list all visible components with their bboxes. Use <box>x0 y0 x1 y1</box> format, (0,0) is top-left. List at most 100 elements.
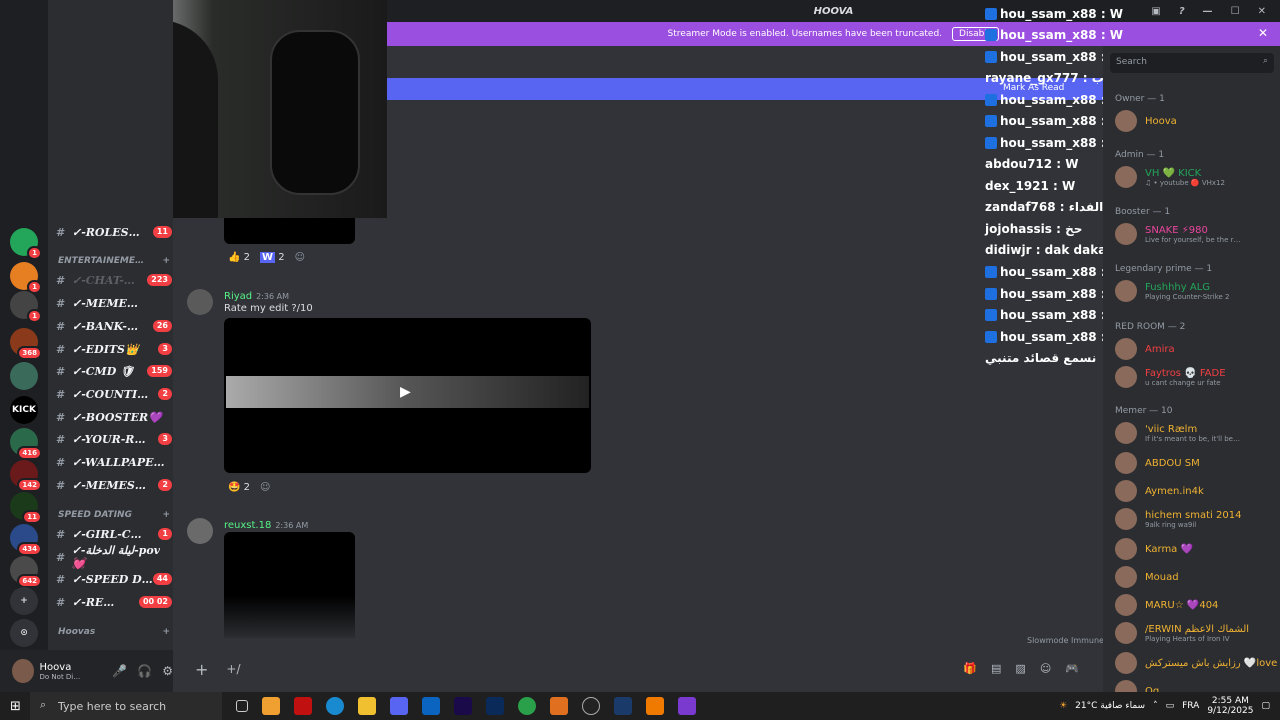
server-icon[interactable]: 416 <box>10 428 42 460</box>
message-author[interactable]: Riyad <box>224 291 252 302</box>
message-avatar[interactable] <box>187 289 213 315</box>
close-icon[interactable]: ✕ <box>1258 6 1266 17</box>
add-reaction-icon[interactable]: ☺ <box>260 482 270 493</box>
network-icon[interactable]: ▭ <box>1166 701 1175 711</box>
channel-item[interactable]: # ✓-ROLES… 11 <box>56 222 172 242</box>
member-item[interactable]: /ERWIN الشماك الاعظم Playing Hearts of Ir… <box>1115 622 1249 644</box>
message-avatar[interactable] <box>187 518 213 544</box>
photoshop-icon[interactable] <box>486 697 504 715</box>
taskbar-search[interactable]: ⌕ Type here to search <box>30 692 222 720</box>
channel-item[interactable]: # ✓-YOUR-R… 3 <box>56 429 172 449</box>
gif-icon[interactable]: ▤ <box>991 662 1001 675</box>
member-item[interactable]: hichem smati 2014 9alk ring wa9il <box>1115 508 1241 530</box>
channel-item[interactable]: # ✓-GIRL-C… 1 <box>56 524 172 544</box>
member-item[interactable]: Aymen.in4k <box>1115 480 1204 502</box>
channel-item[interactable]: # ✓-SPEED D… 44 <box>56 569 172 589</box>
server-icon[interactable]: 642 <box>10 556 42 588</box>
windows-start-icon[interactable]: ⊞ <box>10 699 21 714</box>
channel-category[interactable]: Hoovas + <box>58 627 170 637</box>
server-icon[interactable]: 1 <box>10 291 42 323</box>
server-icon[interactable] <box>10 362 38 390</box>
server-icon[interactable]: 1 <box>10 228 42 260</box>
reaction-starstruck[interactable]: 🤩 2 <box>228 482 250 493</box>
edge-icon[interactable] <box>326 697 344 715</box>
obs-icon[interactable] <box>582 697 600 715</box>
add-channel-icon[interactable]: + <box>162 256 170 266</box>
reaction-w[interactable]: W 2 <box>260 252 285 263</box>
emoji-icon[interactable]: ☺ <box>1040 662 1051 675</box>
channel-item[interactable]: # ✓-ليلة الدخلة-pov💓 <box>56 544 172 570</box>
message-author[interactable]: reuxst.18 <box>224 520 271 531</box>
server-icon[interactable]: 368 <box>10 328 42 360</box>
server-icon[interactable]: KICK <box>10 396 38 424</box>
channel-item[interactable]: # ✓-MEMES… 2 <box>56 475 172 495</box>
notification-icon[interactable]: ▢ <box>1261 701 1270 711</box>
explorer-icon[interactable] <box>358 697 376 715</box>
member-item[interactable]: SNAKE ⚡980 Live for yourself, be the r… <box>1115 223 1241 245</box>
twitch-icon[interactable] <box>678 697 696 715</box>
channel-muted[interactable]: # ✓-CHAT-… 223 <box>56 270 172 290</box>
steam-icon[interactable] <box>614 697 632 715</box>
maximize-icon[interactable]: ☐ <box>1231 6 1240 17</box>
reaction-thumbs-up[interactable]: 👍 2 <box>228 252 250 263</box>
sticker-icon[interactable]: ▨ <box>1015 662 1025 675</box>
member-item[interactable]: 'viic Rælm If it's meant to be, it'll be… <box>1115 422 1240 444</box>
channel-item[interactable]: # ✓-RE… 00 02 <box>56 592 172 612</box>
add-reaction-icon[interactable]: ☺ <box>295 252 305 263</box>
mic-icon[interactable]: 🎤 <box>112 664 127 678</box>
add-channel-icon[interactable]: + <box>162 627 170 637</box>
member-item[interactable]: Karma 💜 <box>1115 538 1193 560</box>
user-avatar[interactable] <box>12 659 34 683</box>
member-item[interactable]: MARU☆ 💜404 <box>1115 594 1218 616</box>
chrome-icon[interactable] <box>518 697 536 715</box>
channel-item[interactable]: # ✓-COUNTI… 2 <box>56 384 172 404</box>
add-channel-icon[interactable]: + <box>162 510 170 520</box>
channel-item[interactable]: # ✓-CMD 🛡 159 <box>56 361 172 381</box>
play-icon[interactable]: ▶ <box>400 384 411 400</box>
bluestacks-icon[interactable] <box>550 697 568 715</box>
message-composer[interactable]: + +/ 🎁 ▤ ▨ ☺ 🎮 <box>187 654 1097 684</box>
member-item[interactable]: Mouad <box>1115 566 1179 588</box>
headset-icon[interactable]: 🎧 <box>137 664 152 678</box>
channel-item[interactable]: # ✓-BANK-… 26 <box>56 316 172 336</box>
member-item[interactable]: Amira <box>1115 338 1175 360</box>
activity-icon[interactable]: 🎮 <box>1065 662 1079 675</box>
discord-icon[interactable] <box>390 697 408 715</box>
member-item[interactable]: Fushhhy ALG Playing Counter-Strike 2 <box>1115 280 1230 302</box>
attach-plus-icon[interactable]: + <box>195 660 208 679</box>
member-item[interactable]: ABDOU SM <box>1115 452 1200 474</box>
video-attachment[interactable]: ▶ <box>224 318 591 473</box>
lang-indicator[interactable]: FRA <box>1182 701 1199 711</box>
vlc-icon[interactable] <box>646 697 664 715</box>
clock[interactable]: 2:55 AM 9/12/2025 <box>1207 696 1253 716</box>
message-input[interactable]: +/ <box>226 662 240 676</box>
server-icon[interactable]: 434 <box>10 524 42 556</box>
minimize-icon[interactable]: — <box>1203 6 1213 17</box>
channel-item[interactable]: # ✓-EDITS👑 3 <box>56 339 172 359</box>
weather-text[interactable]: 21°C سماء صافية <box>1075 701 1145 711</box>
store-icon[interactable] <box>262 697 280 715</box>
adobe-icon[interactable] <box>294 697 312 715</box>
server-icon[interactable]: 142 <box>10 460 42 492</box>
search-input[interactable]: Search ⌕ <box>1110 53 1274 73</box>
help-icon[interactable]: ? <box>1179 6 1185 17</box>
inbox-icon[interactable]: ▣ <box>1151 6 1160 17</box>
member-item[interactable]: VH 💚 KICK ♫ • youtube 🔴 VHx12 <box>1115 166 1225 188</box>
settings-icon[interactable]: ⚙ <box>162 664 173 678</box>
banner-close-icon[interactable]: ✕ <box>1258 26 1268 40</box>
server-icon[interactable]: 11 <box>10 492 42 524</box>
add-server-icon[interactable]: + <box>10 587 38 615</box>
member-item[interactable]: Faytros 💀 FADE u cant change ur fate <box>1115 366 1226 388</box>
premiere-icon[interactable] <box>454 697 472 715</box>
attachment-image[interactable] <box>224 532 355 638</box>
task-view-icon[interactable] <box>236 700 248 712</box>
channel-item[interactable]: # ✓-WALLPAPE… <box>56 452 172 472</box>
outlook-icon[interactable] <box>422 697 440 715</box>
tray-chevron-icon[interactable]: ˄ <box>1153 701 1158 711</box>
channel-item[interactable]: # ✓-BOOSTER💜 <box>56 407 172 427</box>
attachment-image[interactable] <box>224 218 355 244</box>
discover-icon[interactable]: ⊙ <box>10 619 38 647</box>
weather-icon[interactable]: ☀ <box>1059 701 1067 711</box>
server-icon[interactable]: 1 <box>10 262 42 294</box>
channel-item[interactable]: # ✓-MEME… <box>56 293 172 313</box>
